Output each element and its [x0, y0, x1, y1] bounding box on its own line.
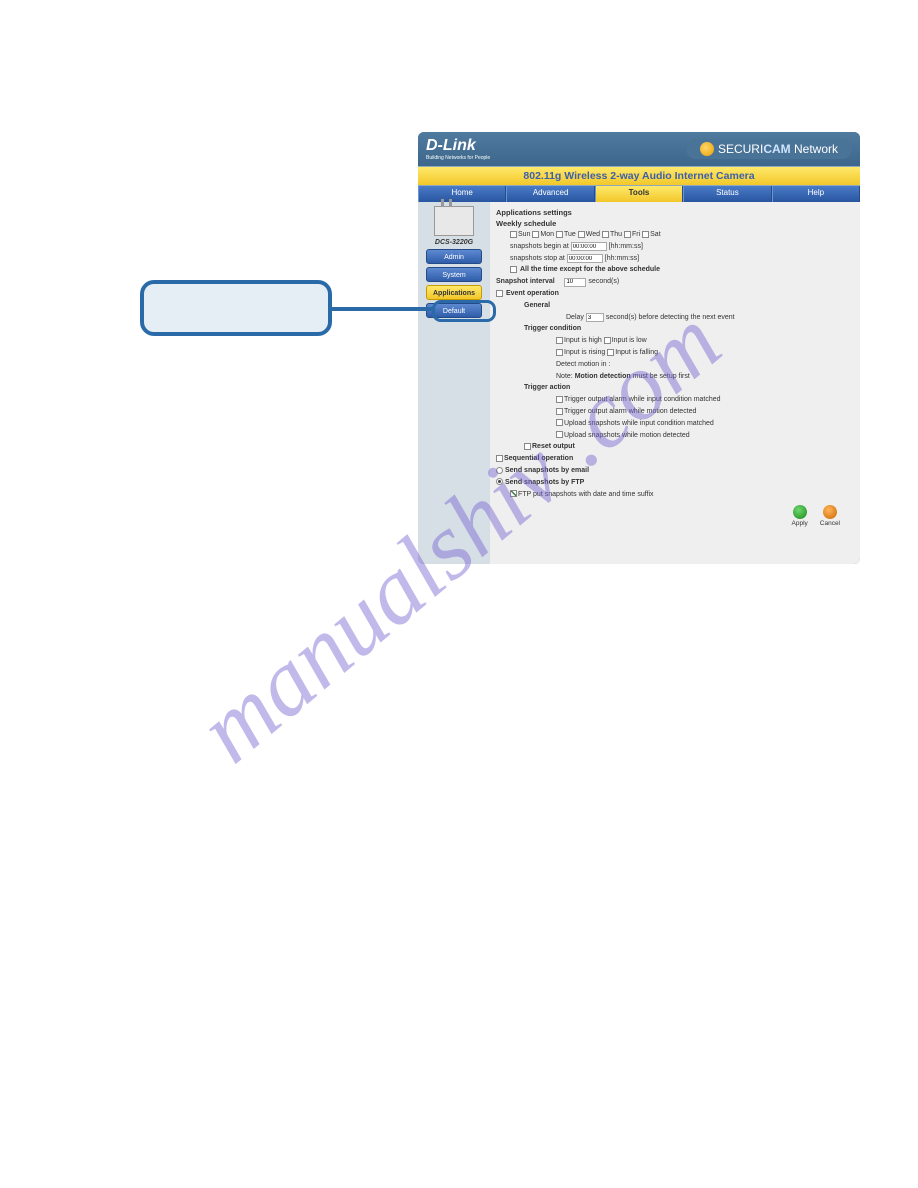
- tab-help[interactable]: Help: [772, 186, 860, 202]
- callout-box: [140, 280, 332, 336]
- tab-status[interactable]: Status: [683, 186, 771, 202]
- cb-falling[interactable]: [607, 349, 614, 356]
- cb-high[interactable]: [556, 337, 563, 344]
- securicam-badge: SECURICAM Network: [686, 139, 852, 159]
- product-subtitle: 802.11g Wireless 2-way Audio Internet Ca…: [418, 166, 860, 186]
- trigger-cond-heading: Trigger condition: [524, 325, 581, 332]
- brand-name: D-Link: [426, 137, 476, 154]
- apply-button[interactable]: Apply: [792, 505, 808, 527]
- main-panel: Applications settings Weekly schedule Su…: [490, 202, 860, 564]
- begin-input[interactable]: [571, 242, 607, 251]
- brand-tagline: Building Networks for People: [426, 155, 490, 161]
- check-icon: [793, 505, 807, 519]
- delay-input[interactable]: [586, 313, 604, 322]
- general-heading: General: [524, 302, 550, 309]
- cb-act-2[interactable]: [556, 419, 563, 426]
- brand-logo: D-Link Building Networks for People: [426, 137, 490, 161]
- securicam-accent: CAM: [763, 142, 790, 156]
- cb-tue[interactable]: [556, 231, 563, 238]
- detect-motion-row: Detect motion in :: [556, 360, 854, 370]
- x-icon: [823, 505, 837, 519]
- weekly-heading: Weekly schedule: [496, 219, 854, 228]
- delay-row: Delay second(s) before detecting the nex…: [566, 313, 854, 323]
- rd-ftp[interactable]: [496, 478, 503, 485]
- main-tabs: Home Advanced Tools Status Help: [418, 186, 860, 202]
- cb-thu[interactable]: [602, 231, 609, 238]
- sidebar-system[interactable]: System: [426, 267, 482, 282]
- interval-input[interactable]: [564, 278, 586, 287]
- event-op-row: Event operation: [496, 289, 854, 299]
- cancel-button[interactable]: Cancel: [820, 505, 840, 527]
- cb-sun[interactable]: [510, 231, 517, 238]
- cb-act-0[interactable]: [556, 396, 563, 403]
- begin-row: snapshots begin at [hh:mm:ss]: [510, 242, 854, 252]
- cb-except[interactable]: [510, 266, 517, 273]
- tab-advanced[interactable]: Advanced: [506, 186, 594, 202]
- callout-line: [332, 307, 435, 311]
- cb-wed[interactable]: [578, 231, 585, 238]
- window-header: D-Link Building Networks for People SECU…: [418, 132, 860, 166]
- cb-event[interactable]: [496, 290, 503, 297]
- cb-act-3[interactable]: [556, 431, 563, 438]
- cb-mon[interactable]: [532, 231, 539, 238]
- interval-row: Snapshot interval second(s): [496, 277, 854, 287]
- rd-email[interactable]: [496, 467, 503, 474]
- cb-reset[interactable]: [524, 443, 531, 450]
- securicam-icon: [700, 142, 714, 156]
- securicam-suffix: Network: [794, 142, 838, 156]
- cond-row-1: Input is high Input is low: [556, 336, 854, 346]
- cb-suffix[interactable]: [510, 490, 517, 497]
- stop-input[interactable]: [567, 254, 603, 263]
- sidebar-admin[interactable]: Admin: [426, 249, 482, 264]
- cb-low[interactable]: [604, 337, 611, 344]
- action-buttons: Apply Cancel: [496, 501, 854, 527]
- cb-sat[interactable]: [642, 231, 649, 238]
- cb-fri[interactable]: [624, 231, 631, 238]
- sidebar-applications[interactable]: Applications: [426, 285, 482, 300]
- note-row: Note: Motion detection must be setup fir…: [556, 372, 854, 382]
- cb-act-1[interactable]: [556, 408, 563, 415]
- sidebar: DCS-3220G Admin System Applications Defa…: [418, 202, 490, 564]
- router-config-window: D-Link Building Networks for People SECU…: [418, 132, 860, 564]
- cb-rising[interactable]: [556, 349, 563, 356]
- window-body: DCS-3220G Admin System Applications Defa…: [418, 202, 860, 564]
- tab-home[interactable]: Home: [418, 186, 506, 202]
- camera-icon: [434, 206, 474, 236]
- model-label: DCS-3220G: [435, 239, 473, 246]
- trigger-action-heading: Trigger action: [524, 384, 570, 391]
- stop-row: snapshots stop at [hh:mm:ss]: [510, 254, 854, 264]
- securicam-prefix: SECURI: [718, 142, 763, 156]
- days-row: Sun Mon Tue Wed Thu Fri Sat: [510, 230, 854, 240]
- except-row: All the time except for the above schedu…: [510, 265, 854, 275]
- cb-seq[interactable]: [496, 455, 503, 462]
- page-title: Applications settings: [496, 208, 854, 217]
- cond-row-2: Input is rising Input is falling: [556, 348, 854, 358]
- tab-tools[interactable]: Tools: [595, 186, 683, 202]
